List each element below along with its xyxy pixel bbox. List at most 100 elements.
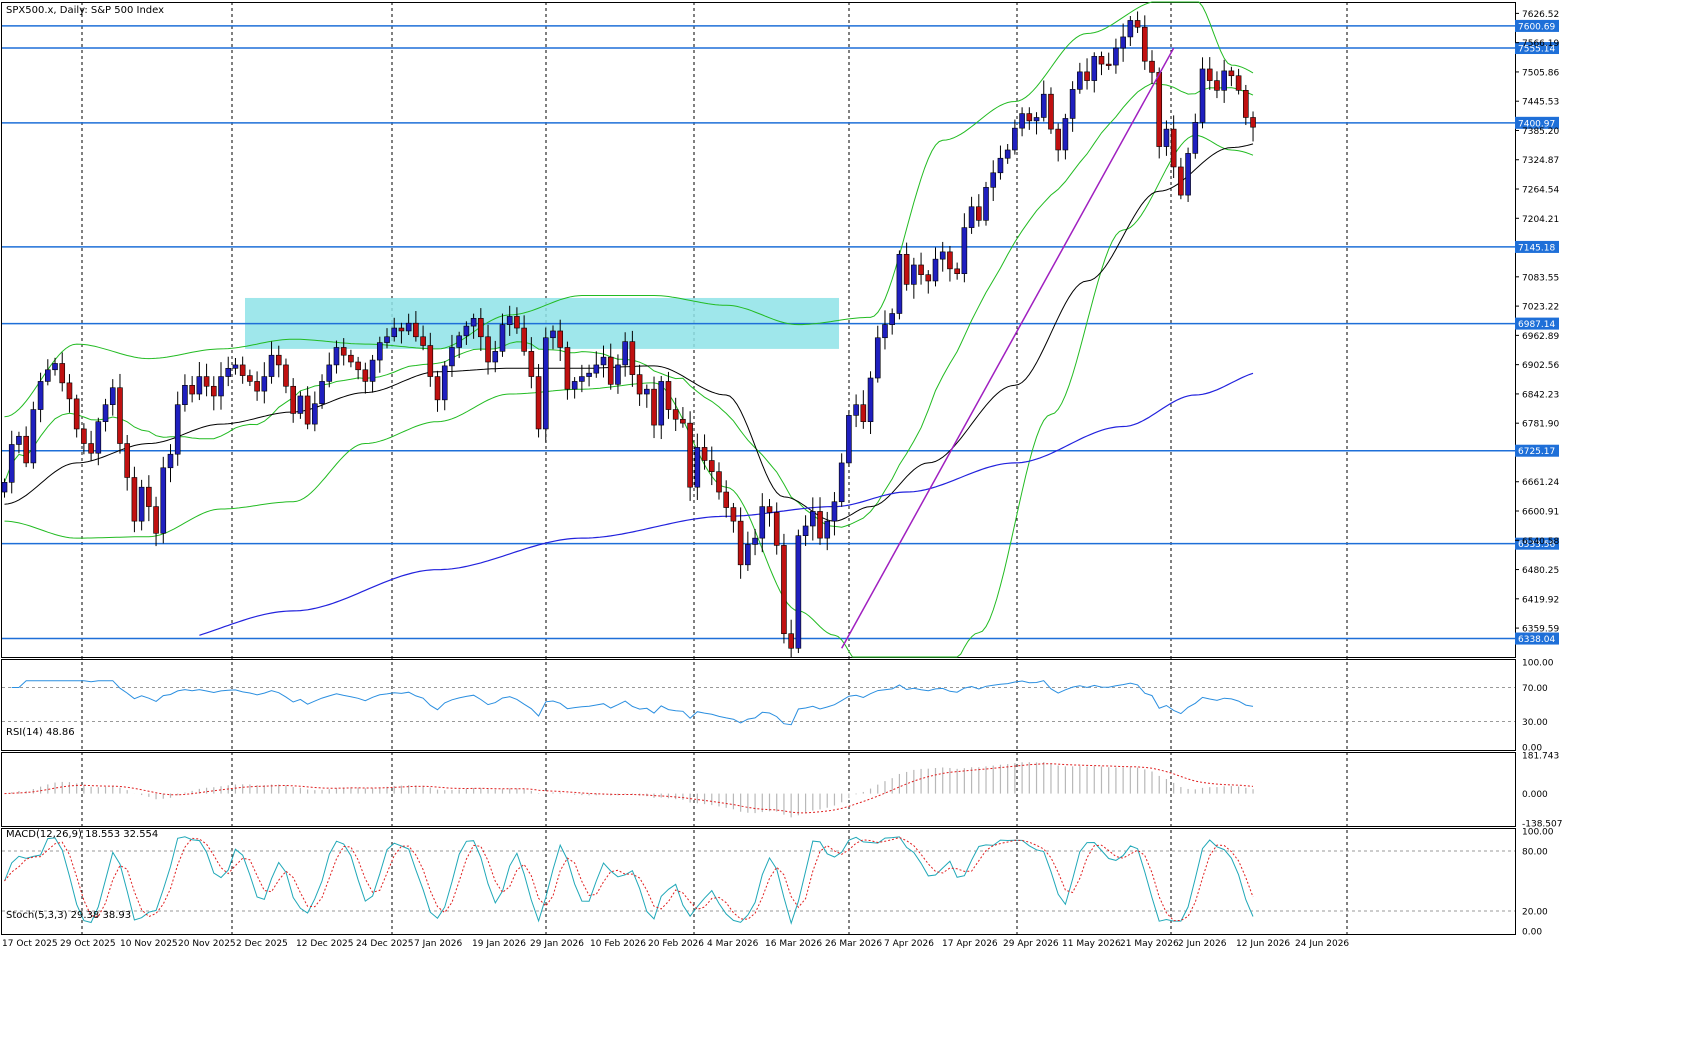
candle-body-168 (1214, 80, 1220, 91)
date-label-11: 20 Feb 2026 (648, 939, 704, 949)
price-tick-label-1: 7566.19 (1522, 39, 1559, 49)
candle-body-89 (644, 388, 650, 395)
candle-body-112 (810, 511, 816, 527)
candle-body-78 (564, 347, 571, 390)
candle-body-0 (1, 482, 8, 493)
candle-body-48 (348, 354, 354, 363)
candle-body-163 (1178, 166, 1184, 196)
candle-body-38 (275, 354, 282, 366)
candle-body-128 (925, 274, 932, 282)
candle-body-35 (254, 381, 260, 392)
candle-body-56 (405, 322, 412, 332)
candle-body-69 (499, 324, 506, 352)
price-tick-label-3: 7445.53 (1522, 98, 1559, 108)
candle-body-27 (196, 376, 203, 395)
candle-body-23 (167, 453, 174, 469)
price-tick-label-8: 7083.55 (1522, 273, 1559, 283)
candle-body-28 (203, 376, 210, 387)
candle-body-44 (319, 381, 325, 405)
chart-canvas[interactable]: 7600.697555.147400.977145.186987.146725.… (0, 0, 1707, 1037)
candle-body-152 (1098, 56, 1105, 65)
candle-body-164 (1185, 153, 1191, 196)
candle-body-130 (939, 251, 946, 260)
candle-body-115 (831, 501, 838, 522)
candle-body-111 (802, 525, 809, 537)
candle-body-82 (593, 364, 600, 374)
date-label-10: 10 Feb 2026 (590, 939, 646, 949)
candle-body-124 (896, 253, 903, 314)
price-tick-label-12: 6842.23 (1522, 390, 1559, 400)
candle-body-143 (1033, 117, 1040, 122)
date-label-14: 26 Mar 2026 (825, 939, 882, 949)
candle-body-113 (817, 511, 823, 539)
stoch-tick-0: 100.00 (1522, 828, 1554, 838)
price-tick-label-5: 7324.87 (1522, 156, 1559, 166)
candle-body-94 (680, 418, 686, 424)
date-label-9: 29 Jan 2026 (530, 939, 584, 949)
level-label-0: 7600.69 (1518, 22, 1555, 32)
candle-body-9 (66, 382, 73, 400)
candle-body-19 (138, 486, 145, 522)
date-label-21: 12 Jun 2026 (1236, 939, 1290, 949)
candle-body-29 (210, 385, 217, 397)
trading-chart[interactable]: 7600.69 7555.14 7400.97 7145.18 6987.14 6725.… (0, 0, 1707, 1037)
candle-body-20 (146, 486, 152, 507)
bollinger-upper (4, 1, 1254, 418)
candle-body-157 (1134, 20, 1141, 28)
price-tick-label-19: 6359.59 (1522, 625, 1559, 635)
candle-body-103 (745, 544, 751, 566)
candle-body-101 (730, 507, 737, 522)
candle-body-80 (579, 376, 585, 382)
price-tick-label-10: 6962.89 (1522, 332, 1559, 342)
candle-body-114 (824, 520, 831, 539)
candle-body-102 (737, 520, 744, 566)
candle-body-127 (918, 264, 924, 275)
candle-body-105 (759, 506, 766, 539)
candle-body-30 (218, 376, 224, 397)
date-label-7: 7 Jan 2026 (414, 939, 462, 949)
date-label-15: 7 Apr 2026 (884, 939, 934, 949)
candle-body-98 (708, 460, 715, 472)
candle-body-60 (434, 376, 441, 401)
candle-body-172 (1243, 90, 1249, 118)
stoch-tick-3: 0.00 (1522, 928, 1542, 938)
candle-body-162 (1170, 128, 1177, 168)
candle-body-149 (1077, 71, 1083, 90)
candle-body-133 (961, 227, 968, 275)
date-label-2: 10 Nov 2025 (120, 939, 178, 949)
candle-body-15 (109, 387, 116, 406)
date-label-18: 11 May 2026 (1062, 939, 1121, 949)
candle-body-138 (997, 157, 1004, 174)
chart-title: SPX500.x, Daily: S&P 500 Index (6, 5, 164, 16)
candle-body-22 (160, 467, 167, 534)
candle-body-68 (492, 351, 499, 363)
candle-body-11 (81, 428, 87, 444)
candle-body-52 (376, 342, 383, 361)
candle-body-32 (232, 364, 239, 369)
candle-body-116 (838, 462, 845, 503)
candle-body-171 (1235, 75, 1242, 91)
candle-body-77 (557, 330, 564, 348)
candle-body-154 (1113, 47, 1119, 66)
candle-body-93 (672, 409, 679, 420)
price-tick-label-14: 6661.24 (1522, 478, 1559, 488)
candle-body-87 (629, 341, 636, 375)
level-label-5: 6725.17 (1518, 447, 1555, 457)
macd-tick-0: 181.743 (1522, 752, 1559, 762)
candle-body-8 (59, 363, 66, 384)
candle-body-61 (441, 365, 448, 401)
date-label-3: 20 Nov 2025 (178, 939, 236, 949)
candle-body-34 (247, 375, 253, 382)
candle-body-136 (983, 187, 989, 221)
candle-body-169 (1221, 70, 1227, 91)
candle-body-14 (102, 404, 109, 422)
price-tick-label-7: 7204.21 (1522, 215, 1559, 225)
stoch-label: Stoch(5,3,3) 29.38 38.93 (6, 910, 131, 921)
candle-body-50 (362, 369, 369, 382)
candle-body-121 (874, 337, 881, 379)
price-tick-label-13: 6781.90 (1522, 420, 1559, 430)
candle-body-160 (1156, 72, 1163, 147)
candle-body-86 (622, 341, 628, 366)
candle-body-10 (73, 398, 80, 430)
macd-label: MACD(12,26,9) 18.553 32.554 (6, 829, 158, 840)
